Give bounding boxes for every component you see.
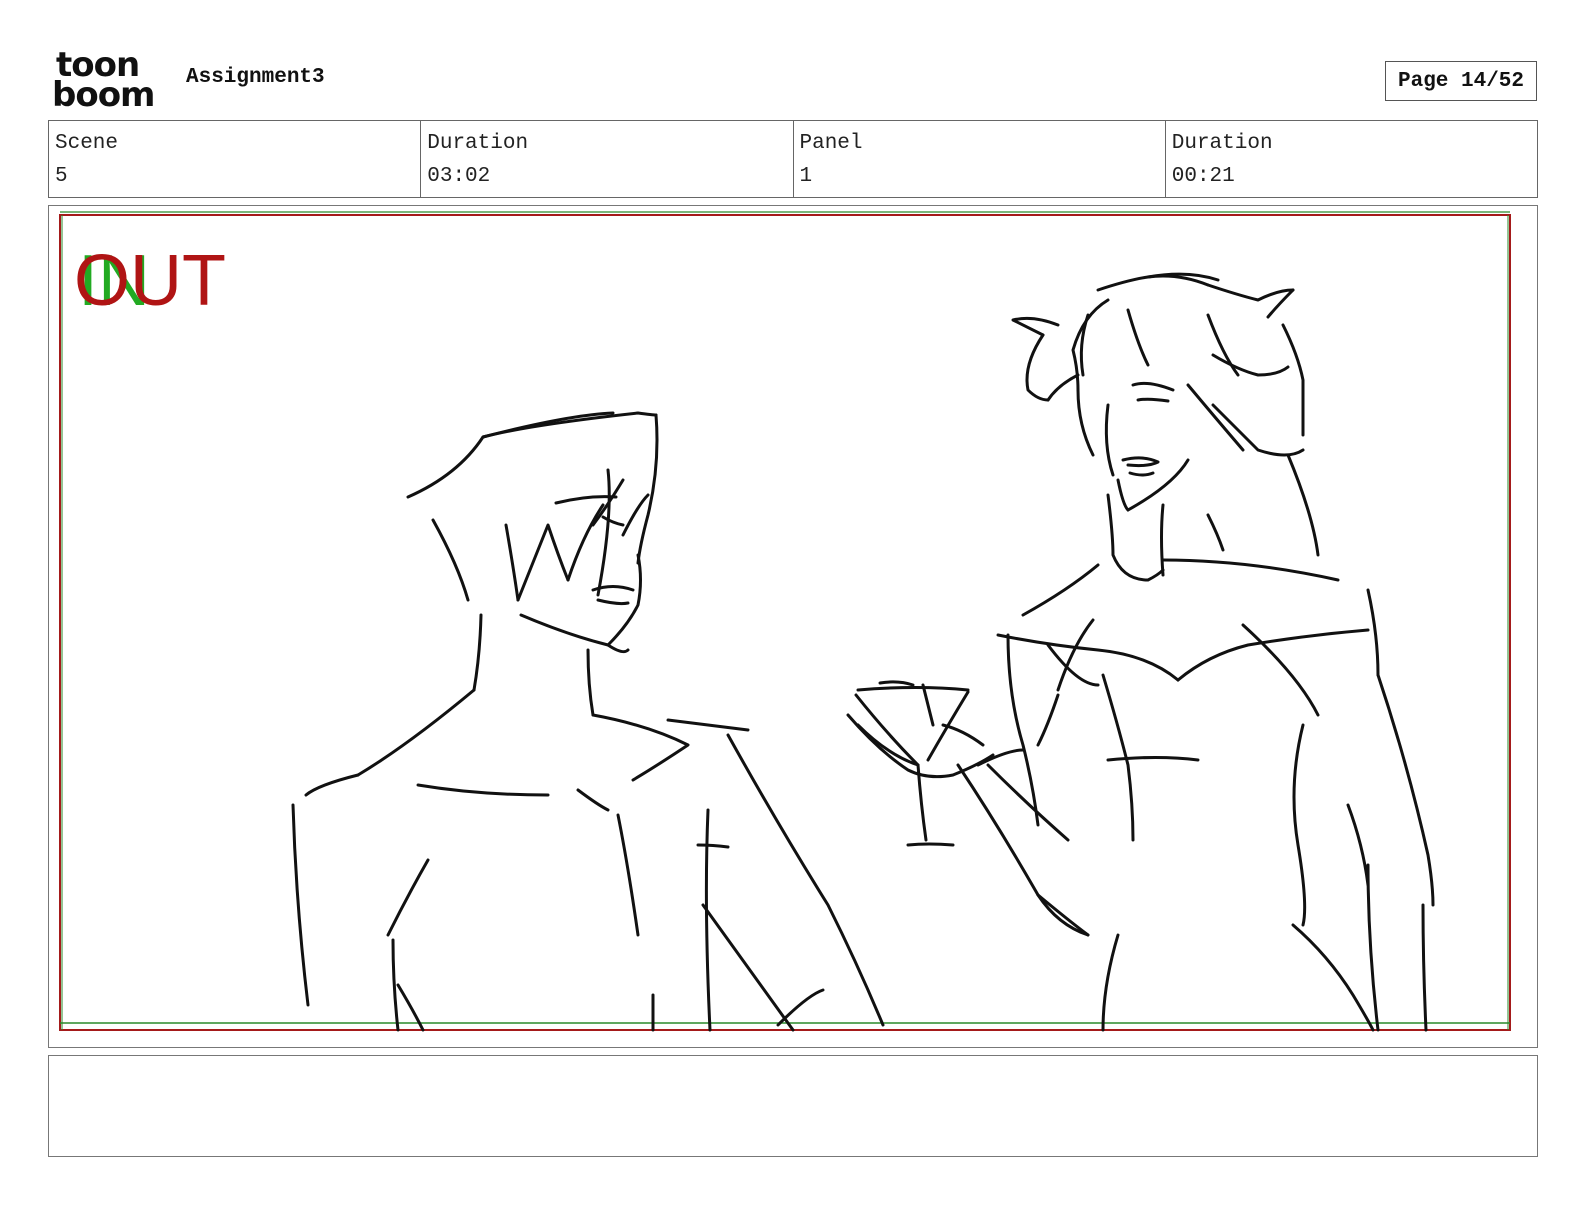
scene-cell: Scene 5 (49, 121, 422, 197)
scene-value: 5 (55, 165, 68, 188)
panel-value: 1 (799, 165, 813, 188)
out-marker: OUT (74, 241, 226, 321)
scene-label: Scene (55, 132, 119, 155)
sketch-man (291, 411, 885, 1032)
page-indicator: Page 14/52 (1385, 61, 1537, 101)
panel-label: Panel (799, 132, 863, 155)
scene-duration-cell: Duration 03:02 (421, 121, 794, 197)
logo-word-bottom: boom (52, 75, 155, 115)
scene-info-table: Scene 5 Duration 03:02 Panel 1 Duration … (48, 120, 1538, 198)
panel-cell: Panel 1 (794, 121, 1166, 197)
panel-caption-box (48, 1055, 1538, 1157)
camera-frame-red (59, 214, 1511, 1031)
project-title: Assignment3 (186, 66, 325, 89)
panel-duration-cell: Duration 00:21 (1166, 121, 1537, 197)
scene-duration-label: Duration (427, 132, 529, 155)
panel-duration-value: 00:21 (1171, 165, 1235, 188)
panel-duration-label: Duration (1171, 132, 1273, 155)
scene-duration-value: 03:02 (427, 165, 491, 188)
toon-boom-logo: toon boom (52, 48, 164, 115)
storyboard-panel-drawing: IN OUT (59, 211, 1511, 1032)
sketch-woman (846, 272, 1435, 1032)
